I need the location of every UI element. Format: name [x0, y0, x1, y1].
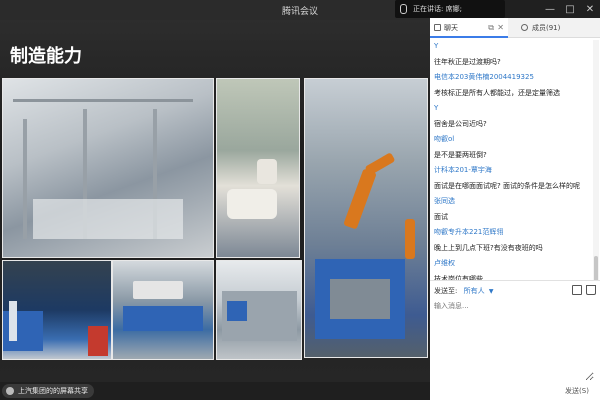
share-status-bubble[interactable]: 上汽集团的的屏幕共享: [2, 384, 94, 398]
chat-sender-name[interactable]: Y: [434, 39, 588, 55]
robot-line-photo: [304, 78, 428, 358]
chat-message-text: 面试是在哪面面试呢? 面试的条件是怎么样的呢: [434, 181, 580, 190]
factory-photo-1: [2, 78, 214, 258]
send-to-label: 发送至:: [434, 287, 458, 295]
title-bar: 腾讯会议: [0, 0, 430, 20]
chat-message-list: Y 往年秋正是过渡期吗? 电信本203黄伟楠2004419325 考核标正是所有人都能…: [430, 39, 592, 299]
chat-icon: [434, 24, 441, 31]
chevron-down-icon: ▼: [488, 288, 494, 295]
chat-sender-name[interactable]: 张同选: [434, 194, 588, 210]
speaking-label: 正在讲话: 席娜;: [413, 5, 462, 13]
share-status-bar: 上汽集团的的屏幕共享: [0, 382, 430, 400]
send-to-selector[interactable]: 发送至: 所有人 ▼: [434, 286, 493, 296]
chat-message-text: 面试: [434, 212, 448, 221]
chat-sender-name[interactable]: Y: [434, 101, 588, 117]
window-controls: — □ ✕: [540, 0, 600, 20]
popout-icon[interactable]: ⧉: [488, 18, 494, 38]
panel-tabs: 聊天 ⧉ ✕ 成员(91): [430, 18, 600, 38]
shared-screen: 制造能力: [0, 20, 430, 382]
meeting-app: 腾讯会议 正在讲话: 席娜; — □ ✕ 制造能力 上汽集团的的屏幕共享 聊天 …: [0, 0, 600, 400]
chat-scrollbar[interactable]: [593, 40, 599, 298]
chat-sender-name[interactable]: 电信本203黄伟楠2004419325: [434, 70, 588, 86]
file-icon[interactable]: [572, 285, 582, 295]
tab-chat[interactable]: 聊天 ⧉ ✕: [430, 18, 508, 38]
chat-sender-name[interactable]: 吻叡专升本221范辉翎: [434, 225, 588, 241]
microphone-icon: [400, 4, 407, 14]
factory-photo-2: [216, 78, 300, 258]
send-button[interactable]: 发送(S): [558, 384, 596, 398]
members-icon: [521, 24, 528, 31]
chat-composer: 发送至: 所有人 ▼ 发送(S): [430, 280, 600, 400]
chat-input[interactable]: [434, 301, 594, 381]
tab-members-label: 成员(91): [532, 24, 561, 32]
close-chat-icon[interactable]: ✕: [497, 18, 504, 38]
chat-message-text: 往年秋正是过渡期吗?: [434, 57, 501, 66]
maximize-button[interactable]: □: [560, 0, 580, 20]
tab-chat-label: 聊天: [444, 24, 458, 32]
speaking-indicator: 正在讲话: 席娜;: [395, 0, 505, 18]
chat-sender-name[interactable]: 卢维权: [434, 256, 588, 272]
chat-sender-name[interactable]: 吻叡ol: [434, 132, 588, 148]
tab-members[interactable]: 成员(91): [516, 18, 600, 38]
share-status-text: 上汽集团的的屏幕共享: [18, 387, 88, 395]
minimize-button[interactable]: —: [540, 0, 560, 20]
close-button[interactable]: ✕: [580, 0, 600, 20]
screen-share-icon: [6, 387, 14, 395]
chat-panel: 聊天 ⧉ ✕ 成员(91) Y 往年秋正是过渡期吗? 电信本203黄伟楠200441…: [430, 18, 600, 400]
chat-sender-name[interactable]: 计科本201-覃宇海: [434, 163, 588, 179]
chat-message-text: 是不是要两班倒?: [434, 150, 487, 159]
chat-message-text: 晚上上到几点下班?有没有夜班的吗: [434, 243, 543, 252]
trash-icon[interactable]: [586, 285, 596, 295]
factory-photo-4: [2, 260, 112, 360]
factory-photo-5: [112, 260, 214, 360]
slide-title: 制造能力: [10, 46, 82, 67]
send-to-target[interactable]: 所有人: [464, 287, 485, 295]
chat-message-text: 考核标正是所有人都能过，还是定量筛选: [434, 88, 560, 97]
chat-message-text: 宿舍是公司近吗?: [434, 119, 487, 128]
window-title: 腾讯会议: [281, 7, 318, 17]
factory-photo-6: [216, 260, 302, 360]
